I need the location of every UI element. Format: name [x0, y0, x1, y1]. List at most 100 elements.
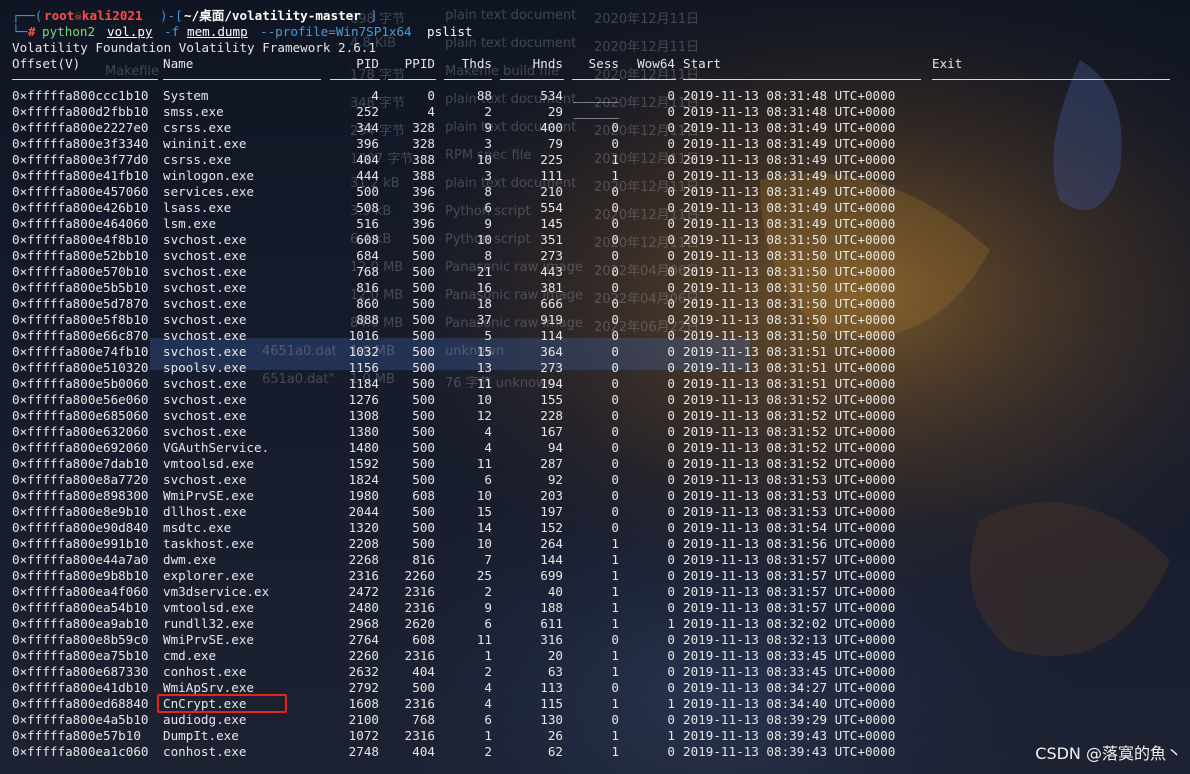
row-hnds: 152 — [540, 520, 563, 535]
header-offset: Offset(V) — [12, 56, 81, 71]
row-name: conhost.exe — [163, 744, 247, 759]
row-hnds: 919 — [540, 312, 563, 327]
row-thds: 16 — [476, 280, 492, 295]
row-sess: 0 — [611, 264, 619, 279]
row-pid: 1016 — [348, 328, 379, 343]
row-thds: 13 — [476, 360, 492, 375]
table-row: 0×fffffa800e464060 lsm.exe 516 396 9 145 0 0 201… — [0, 216, 1190, 232]
row-name: csrss.exe — [163, 120, 232, 135]
row-offset: 0×fffffa800e7dab10 — [12, 456, 149, 471]
row-name: lsass.exe — [163, 200, 232, 215]
table-row: 0×fffffa800e685060 svchost.exe 1308 500 12 22… — [0, 408, 1190, 424]
row-start: 2019-11-13 08:31:51 UTC+0000 — [683, 360, 896, 375]
table-row: 0×fffffa800e426b10 lsass.exe 508 396 6 554 0 0 2… — [0, 200, 1190, 216]
csdn-watermark: CSDN @落寞的魚丶 — [1035, 744, 1182, 763]
table-row: 0×fffffa800e90d840 msdtc.exe 1320 500 14 152 0… — [0, 520, 1190, 536]
row-pid: 1156 — [348, 360, 379, 375]
row-pid: 2764 — [348, 632, 379, 647]
row-sess: 0 — [611, 632, 619, 647]
row-name: vmtoolsd.exe — [163, 600, 254, 615]
row-ppid: 404 — [412, 744, 435, 759]
row-start: 2019-11-13 08:31:49 UTC+0000 — [683, 216, 896, 231]
row-ppid: 2260 — [404, 568, 435, 583]
row-wow64: 0 — [667, 184, 675, 199]
row-name: svchost.exe — [163, 232, 247, 247]
prompt-frame-mid: )-[ — [160, 8, 183, 23]
row-thds: 3 — [484, 136, 492, 151]
row-sess: 0 — [611, 712, 619, 727]
row-sess: ______ — [573, 104, 620, 119]
row-pid: 500 — [356, 184, 379, 199]
header-rule-hnds — [500, 79, 564, 80]
table-row: 0×fffffa800e5b5b10 svchost.exe 816 500 16 381… — [0, 280, 1190, 296]
row-offset: 0×fffffa800e5b0060 — [12, 376, 149, 391]
row-start: 2019-11-13 08:31:49 UTC+0000 — [683, 168, 896, 183]
row-offset: 0×fffffa800e9b8b10 — [12, 568, 149, 583]
table-row: 0×fffffa800e570b10 svchost.exe 768 500 21 443… — [0, 264, 1190, 280]
prompt-line-2[interactable]: └─ # python2 vol.py -f mem.dump --profil… — [0, 24, 1190, 40]
row-hnds: 273 — [540, 248, 563, 263]
row-wow64: 0 — [667, 552, 675, 567]
table-row: 0×fffffa800e692060 VGAuthService. 1480 500 4… — [0, 440, 1190, 456]
row-hnds: 287 — [540, 456, 563, 471]
row-start: 2019-11-13 08:31:49 UTC+0000 — [683, 136, 896, 151]
row-thds: 2 — [484, 104, 492, 119]
row-hnds: 29 — [547, 104, 563, 119]
row-wow64: 0 — [667, 136, 675, 151]
row-wow64: 0 — [667, 376, 675, 391]
row-name: DumpIt.exe — [163, 728, 239, 743]
row-pid: 1308 — [348, 408, 379, 423]
row-hnds: 115 — [540, 696, 563, 711]
row-hnds: 554 — [540, 200, 563, 215]
row-pid: 444 — [356, 168, 379, 183]
row-pid: 2208 — [348, 536, 379, 551]
row-hnds: 79 — [547, 136, 563, 151]
row-ppid: 396 — [412, 216, 435, 231]
row-pid: 2044 — [348, 504, 379, 519]
row-wow64: 0 — [667, 472, 675, 487]
row-offset: 0×fffffa800ea9ab10 — [12, 616, 149, 631]
row-hnds: 381 — [540, 280, 563, 295]
row-name: svchost.exe — [163, 472, 247, 487]
row-wow64: 0 — [667, 360, 675, 375]
row-offset: 0×fffffa800e4f8b10 — [12, 232, 149, 247]
table-row: 0×fffffa800e5f8b10 svchost.exe 888 500 37 919… — [0, 312, 1190, 328]
row-offset: 0×fffffa800e426b10 — [12, 200, 149, 215]
row-hnds: 130 — [540, 712, 563, 727]
row-offset: 0×fffffa800e74fb10 — [12, 344, 149, 359]
row-ppid: 328 — [412, 136, 435, 151]
row-hnds: 114 — [540, 328, 563, 343]
row-hnds: 351 — [540, 232, 563, 247]
row-wow64: 0 — [667, 264, 675, 279]
row-thds: 6 — [484, 472, 492, 487]
row-start: 2019-11-13 08:31:49 UTC+0000 — [683, 120, 896, 135]
row-sess: 0 — [611, 472, 619, 487]
row-hnds: 400 — [540, 120, 563, 135]
row-start: 2019-11-13 08:31:52 UTC+0000 — [683, 392, 896, 407]
header-exit: Exit — [932, 56, 963, 71]
header-wow64: Wow64 — [637, 56, 675, 71]
prompt-hash: # — [28, 24, 36, 39]
row-offset: 0×fffffa800e41fb10 — [12, 168, 149, 183]
row-name: svchost.exe — [163, 312, 247, 327]
row-offset: 0×fffffa800e685060 — [12, 408, 149, 423]
table-row: 0×fffffa800e2227e0 csrss.exe 344 328 9 400 0 0 2… — [0, 120, 1190, 136]
table-row: 0×fffffa800ea1c060 conhost.exe 2748 404 2 62 1… — [0, 744, 1190, 760]
row-sess: 0 — [611, 392, 619, 407]
row-thds: 2 — [484, 664, 492, 679]
terminal-window[interactable]: ┌──( root☠kali2021 )-[ ~/桌面/volatility-m… — [0, 0, 1190, 774]
row-pid: 888 — [356, 312, 379, 327]
row-pid: 4 — [371, 88, 379, 103]
table-row: 0×fffffa800e632060 svchost.exe 1380 500 4 167… — [0, 424, 1190, 440]
row-pid: 2632 — [348, 664, 379, 679]
row-ppid: 608 — [412, 632, 435, 647]
row-hnds: 273 — [540, 360, 563, 375]
row-name: svchost.exe — [163, 392, 247, 407]
row-pid: 816 — [356, 280, 379, 295]
row-wow64: 0 — [667, 488, 675, 503]
row-start: 2019-11-13 08:31:50 UTC+0000 — [683, 248, 896, 263]
row-thds: 2 — [484, 744, 492, 759]
row-offset: 0×fffffa800ccc1b10 — [12, 88, 149, 103]
header-rule-wow64 — [628, 79, 676, 80]
row-sess: 0 — [611, 504, 619, 519]
